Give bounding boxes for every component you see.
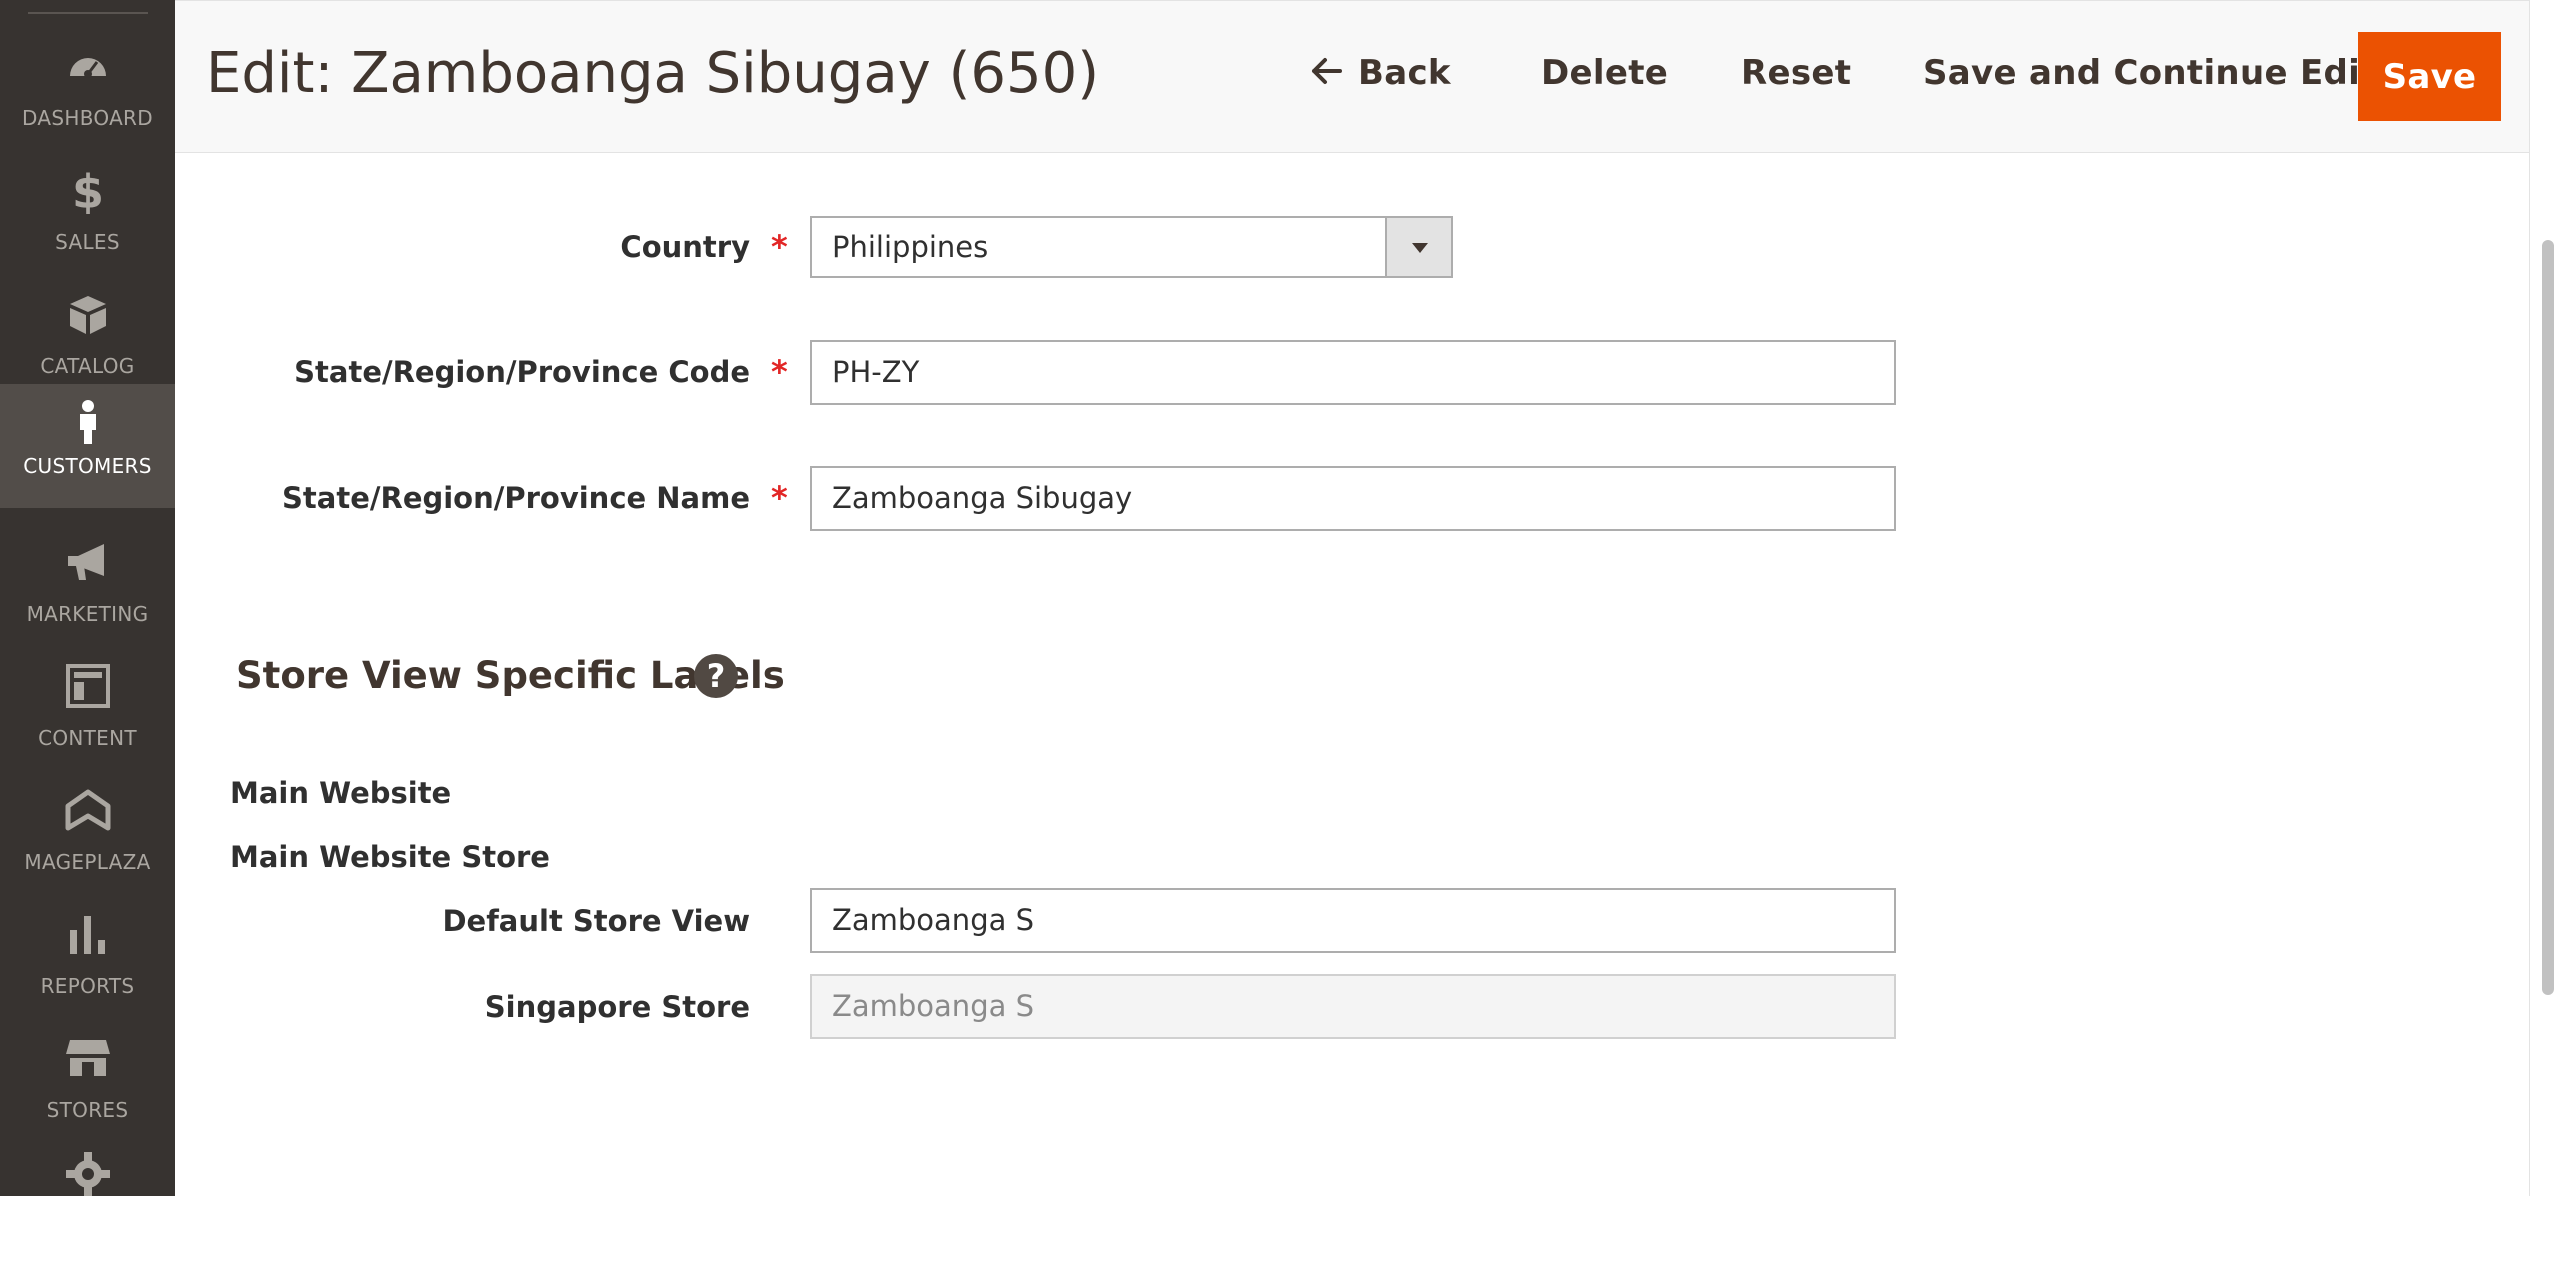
store-group-label: Main Website Store — [230, 840, 550, 874]
country-select[interactable]: Philippines — [810, 216, 1453, 278]
sidebar-item-system[interactable] — [0, 1138, 175, 1262]
sidebar-item-content[interactable]: CONTENT — [0, 642, 175, 766]
chevron-down-icon — [1412, 243, 1428, 253]
sidebar-item-mageplaza[interactable]: MAGEPLAZA — [0, 766, 175, 890]
page-title: Edit: Zamboanga Sibugay (650) — [206, 41, 1100, 106]
reset-button[interactable]: Reset — [1741, 53, 1851, 93]
country-label: Country — [620, 230, 750, 264]
scrollbar-thumb[interactable] — [2542, 240, 2554, 995]
layout-icon — [65, 664, 110, 708]
sidebar-item-customers[interactable]: CUSTOMERS — [0, 384, 175, 508]
dashboard-icon — [69, 58, 106, 78]
save-button[interactable]: Save — [2358, 32, 2501, 121]
gear-icon — [65, 1152, 110, 1196]
store-view-label: Singapore Store — [484, 990, 750, 1024]
bar-chart-icon — [69, 916, 105, 954]
region-name-input[interactable]: Zamboanga Sibugay — [810, 466, 1896, 531]
region-name-label: State/Region/Province Name — [282, 481, 750, 515]
page-header: Edit: Zamboanga Sibugay (650) Back Delet… — [175, 0, 2529, 153]
sidebar-item-reports[interactable]: REPORTS — [0, 890, 175, 1014]
dollar-icon: $ — [71, 166, 103, 214]
delete-button[interactable]: Delete — [1541, 53, 1668, 93]
sidebar-divider — [28, 12, 148, 14]
region-code-input[interactable]: PH-ZY — [810, 340, 1896, 405]
scrollbar[interactable] — [2529, 0, 2560, 1196]
sidebar-item-catalog[interactable]: CATALOG — [0, 270, 175, 394]
sidebar-item-label: CUSTOMERS — [23, 454, 152, 478]
main-content: Edit: Zamboanga Sibugay (650) Back Delet… — [175, 0, 2560, 1196]
sidebar-item-stores[interactable]: STORES — [0, 1014, 175, 1138]
required-marker: * — [771, 228, 788, 266]
required-marker: * — [771, 353, 788, 391]
mageplaza-icon — [65, 789, 110, 831]
person-icon — [79, 400, 96, 444]
back-label: Back — [1358, 53, 1451, 93]
save-and-continue-button[interactable]: Save and Continue Edit — [1923, 53, 2377, 93]
sidebar-item-label: SALES — [55, 230, 120, 254]
country-select-value: Philippines — [832, 230, 989, 264]
select-toggle[interactable] — [1385, 218, 1451, 276]
required-marker: * — [771, 479, 788, 517]
help-icon[interactable]: ? — [694, 654, 738, 698]
sidebar-item-label: REPORTS — [40, 974, 135, 998]
arrow-left-icon — [1312, 58, 1342, 84]
sidebar-item-label: DASHBOARD — [22, 106, 153, 130]
sidebar-item-sales[interactable]: $ SALES — [0, 146, 175, 270]
sidebar-item-label: MAGEPLAZA — [24, 850, 151, 874]
sidebar-item-label: MARKETING — [26, 602, 149, 626]
sidebar-item-label: CATALOG — [40, 354, 135, 378]
megaphone-icon — [67, 544, 104, 580]
sidebar-item-dashboard[interactable]: DASHBOARD — [0, 22, 175, 146]
default-store-view-input[interactable]: Zamboanga S — [810, 888, 1896, 953]
box-icon — [69, 296, 106, 334]
store-icon — [65, 1040, 110, 1076]
admin-sidebar: DASHBOARD $ SALES CATALOG CUSTOMERS MARK… — [0, 0, 175, 1196]
sidebar-item-label: STORES — [46, 1098, 129, 1122]
singapore-store-input: Zamboanga S — [810, 974, 1896, 1039]
svg-text:$: $ — [71, 166, 103, 214]
sidebar-item-marketing[interactable]: MARKETING — [0, 518, 175, 642]
region-code-label: State/Region/Province Code — [294, 355, 750, 389]
store-view-label: Default Store View — [442, 904, 750, 938]
back-button[interactable]: Back — [1310, 53, 1451, 93]
sidebar-item-label: CONTENT — [38, 726, 137, 750]
website-label: Main Website — [230, 776, 452, 810]
